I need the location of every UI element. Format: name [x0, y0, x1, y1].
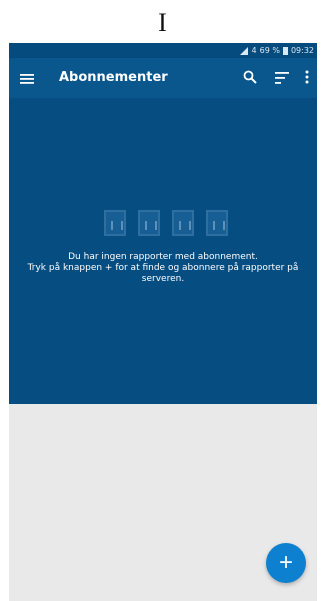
status-time: 09:32	[290, 46, 314, 55]
top-caption: I	[158, 8, 167, 37]
search-icon	[243, 69, 257, 88]
network-label: 4	[251, 46, 257, 55]
report-icon	[104, 210, 126, 236]
subscriptions-empty-content: Du har ingen rapporter med abonnement. T…	[9, 98, 317, 404]
signal-icon	[239, 46, 249, 56]
more-vert-icon	[305, 69, 309, 88]
menu-icon	[20, 69, 34, 88]
empty-state-message: Du har ingen rapporter med abonnement. T…	[15, 252, 311, 285]
battery-percent: 69 %	[259, 46, 280, 55]
top-app-bar: Abonnementer	[9, 58, 317, 98]
sort-icon	[275, 69, 289, 88]
status-indicators: 4 69 % 09:32	[239, 43, 314, 58]
screenshot-page: I 4 69 % 09:32 Abonnementer Du har ingen…	[0, 0, 325, 601]
page-title: Abonnementer	[59, 70, 168, 85]
report-icon	[206, 210, 228, 236]
more-options-button[interactable]	[299, 68, 315, 88]
empty-state-line-2: Tryk på knappen + for at finde og abonne…	[27, 263, 299, 284]
empty-state-line-1: Du har ingen rapporter med abonnement.	[68, 252, 258, 262]
menu-button[interactable]	[17, 68, 37, 88]
add-subscription-button[interactable]: +	[266, 543, 306, 583]
search-button[interactable]	[240, 68, 260, 88]
status-bar: 4 69 % 09:32	[9, 43, 317, 58]
battery-icon	[282, 46, 288, 55]
sort-button[interactable]	[272, 68, 292, 88]
phone-screen: 4 69 % 09:32 Abonnementer Du har ingen r…	[9, 43, 317, 601]
report-icon	[172, 210, 194, 236]
empty-reports-illustration	[104, 210, 229, 236]
report-icon	[138, 210, 160, 236]
